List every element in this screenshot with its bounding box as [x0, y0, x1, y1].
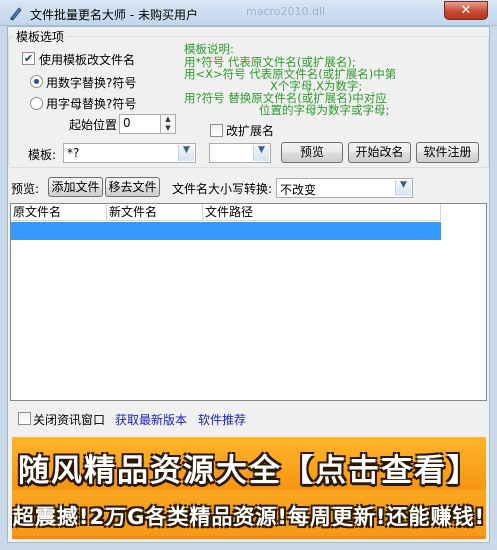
chevron-down-icon[interactable]: ▼ — [253, 145, 269, 161]
spin-down-icon[interactable]: ▼ — [161, 124, 175, 133]
preview-button[interactable]: 预览 — [281, 142, 343, 163]
banner-headline: 随风精品资源大全【点击查看】 — [18, 453, 480, 489]
close-window-button[interactable]: ✕ — [444, 1, 488, 20]
template-label: 模板: — [28, 148, 57, 162]
case-convert-combo[interactable]: 不改变 ▼ — [276, 178, 413, 198]
app-pen-icon — [10, 7, 22, 21]
window-ghost-title: macro2010.dll — [246, 5, 326, 18]
file-list[interactable]: 原文件名 新文件名 文件路径 — [10, 203, 487, 401]
close-icon: ✕ — [460, 3, 472, 18]
help-line-6: 位置的字母为数字或字母; — [259, 103, 390, 117]
case-convert-value: 不改变 — [280, 183, 317, 197]
template-combo[interactable]: *? ▼ — [63, 143, 196, 163]
remove-file-button[interactable]: 移去文件 — [105, 177, 160, 197]
use-template-checkbox[interactable]: ✔ — [22, 52, 35, 65]
start-position-label: 起始位置 — [69, 118, 118, 132]
use-template-label: 使用模板改文件名 — [39, 53, 136, 67]
radio-selected-dot — [34, 79, 39, 84]
chevron-down-icon[interactable]: ▼ — [178, 145, 194, 161]
spin-up-icon[interactable]: ▲ — [161, 115, 175, 124]
column-original-name[interactable]: 原文件名 — [11, 204, 107, 221]
close-news-label: 关闭资讯窗口 — [33, 413, 106, 427]
radio-number-label: 用数字替换?符号 — [46, 76, 137, 90]
change-extension-label: 改扩展名 — [226, 124, 275, 138]
case-convert-label: 文件名大小写转换: — [172, 182, 273, 196]
banner-subline: 超震撼!2万G各类精品资源!每周更新!还能赚钱! — [12, 505, 486, 529]
chevron-down-icon[interactable]: ▼ — [395, 180, 411, 196]
selected-row-highlight[interactable] — [11, 222, 441, 240]
radio-letter-replace[interactable] — [30, 97, 43, 110]
latest-version-link[interactable]: 获取最新版本 — [115, 411, 187, 428]
preview-label: 预览: — [11, 182, 40, 196]
extension-combo[interactable]: ▼ — [209, 143, 271, 163]
checkmark-icon: ✔ — [23, 52, 34, 65]
start-position-input[interactable]: 0 — [119, 114, 161, 134]
start-position-spinner[interactable]: ▲ ▼ — [160, 114, 176, 134]
close-news-checkbox[interactable] — [18, 412, 31, 425]
recommend-link[interactable]: 软件推荐 — [198, 411, 246, 428]
radio-number-replace[interactable] — [30, 75, 43, 88]
add-file-button[interactable]: 添加文件 — [48, 177, 103, 197]
column-file-path[interactable]: 文件路径 — [203, 204, 441, 221]
promo-banner[interactable]: 随风精品资源大全【点击查看】 超震撼!2万G各类精品资源!每周更新!还能赚钱! — [12, 437, 486, 539]
template-value: *? — [67, 146, 80, 160]
window-title: 文件批量更名大师 - 未购买用户 — [30, 8, 198, 22]
file-list-header: 原文件名 新文件名 文件路径 — [11, 204, 441, 221]
register-button[interactable]: 软件注册 — [416, 142, 479, 163]
radio-letter-label: 用字母替换?符号 — [46, 97, 137, 111]
start-rename-button[interactable]: 开始改名 — [348, 142, 411, 163]
column-new-name[interactable]: 新文件名 — [107, 204, 203, 221]
change-extension-checkbox[interactable] — [210, 124, 223, 137]
template-options-title: 模板选项 — [14, 28, 67, 45]
